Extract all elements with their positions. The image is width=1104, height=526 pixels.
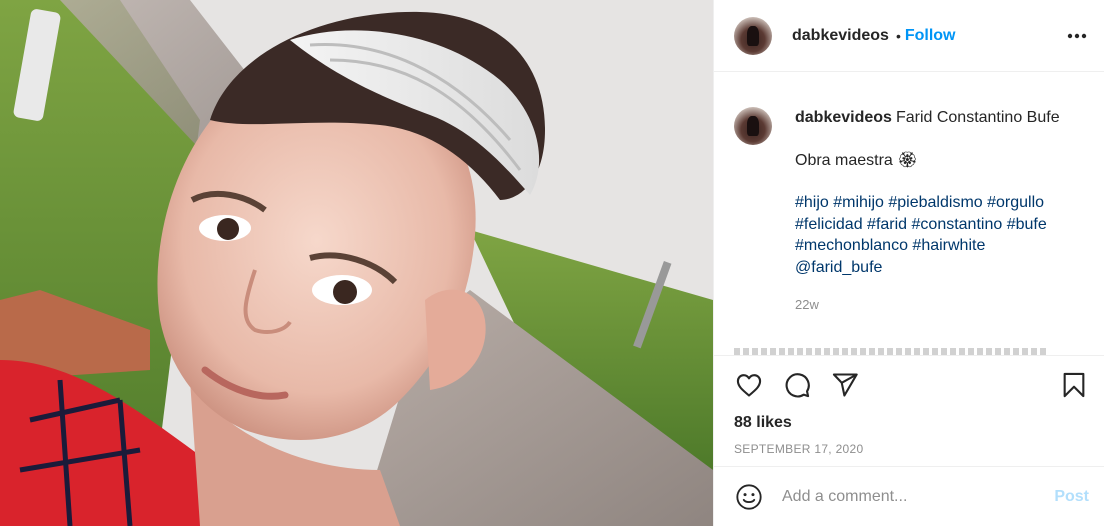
caption-timestamp[interactable]: 22w xyxy=(795,294,1060,316)
caption-body: dabkevideos Farid Constantino Bufe Obra m… xyxy=(795,107,1060,316)
mention-link[interactable]: @farid_bufe xyxy=(795,257,1060,279)
caption: dabkevideos Farid Constantino Bufe Obra m… xyxy=(714,73,1104,316)
post-header: dabkevideos • Follow xyxy=(714,0,1104,72)
paper-plane-icon[interactable] xyxy=(830,370,860,400)
action-bar xyxy=(714,356,1104,414)
caption-first-line: Farid Constantino Bufe xyxy=(895,109,1060,126)
comment-input[interactable] xyxy=(782,487,1055,506)
bookmark-icon[interactable] xyxy=(1059,370,1089,400)
likes-count[interactable]: 88 likes xyxy=(714,414,1104,434)
hashtag-line[interactable]: #mechonblanco #hairwhite xyxy=(795,235,1060,257)
avatar[interactable] xyxy=(734,16,772,55)
comments-section: dabkevideos Farid Constantino Bufe Obra m… xyxy=(714,73,1104,355)
hashtag-line[interactable]: #felicidad #farid #constantino #bufe xyxy=(795,214,1060,236)
post-comment-button[interactable]: Post xyxy=(1054,488,1089,506)
post-photo-illustration xyxy=(0,0,713,526)
caption-username[interactable]: dabkevideos xyxy=(795,109,892,126)
smiley-icon[interactable] xyxy=(734,482,764,512)
caption-second-line: Obra maestra xyxy=(795,151,893,169)
more-horizontal-icon[interactable] xyxy=(1066,25,1088,47)
comment-icon[interactable] xyxy=(782,370,812,400)
clipped-comment-row xyxy=(734,348,1049,355)
header-username[interactable]: dabkevideos xyxy=(792,27,889,45)
hashtag-line[interactable]: #hijo #mihijo #piebaldismo #orgullo xyxy=(795,192,1060,214)
post-photo[interactable] xyxy=(0,0,713,526)
heart-icon[interactable] xyxy=(734,370,764,400)
follow-button[interactable]: Follow xyxy=(905,27,956,45)
post-date[interactable]: SEPTEMBER 17, 2020 xyxy=(714,434,1104,456)
rosette-emoji: 🏵 xyxy=(897,151,918,169)
separator-dot: • xyxy=(895,27,901,44)
add-comment-bar: Post xyxy=(714,466,1104,526)
post-actions-section: 88 likes SEPTEMBER 17, 2020 xyxy=(714,355,1104,456)
caption-avatar[interactable] xyxy=(734,107,772,145)
post-side-panel: dabkevideos • Follow dabkevideos Farid Co… xyxy=(713,0,1104,526)
